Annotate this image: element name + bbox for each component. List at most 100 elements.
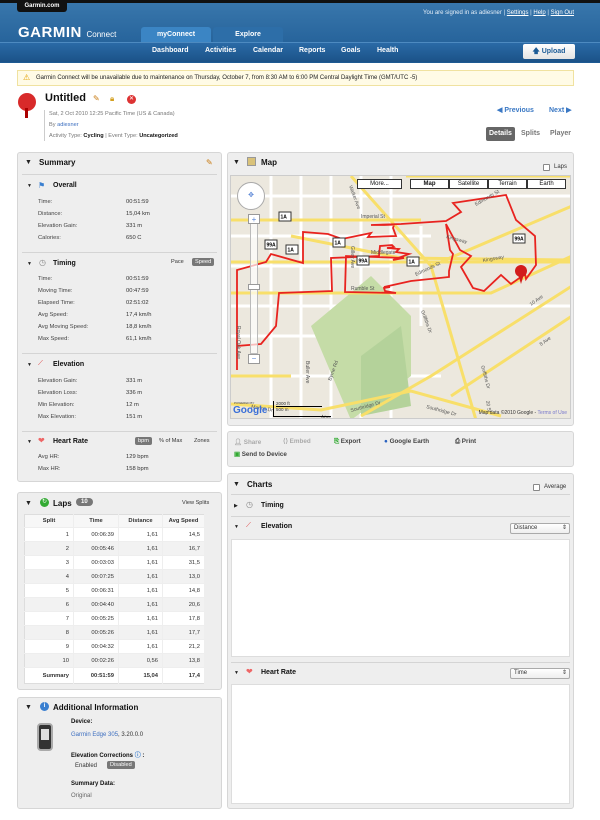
pace-toggle[interactable]: Pace <box>171 259 184 265</box>
account-links: You are signed in as adiesner | Settings… <box>423 10 574 16</box>
route-map[interactable]: Imperial St Middlegate Kingsway Kingsway Rum… <box>230 175 571 419</box>
lap-cell: 16,7 <box>162 541 205 556</box>
lap-row[interactable]: 9 00:04:32 1,61 21,2 <box>24 639 205 654</box>
heart-rate-chart-title: Heart Rate <box>261 669 297 676</box>
tab-myconnect[interactable]: myConnect <box>141 27 211 43</box>
stat-value: 02:51:02 <box>126 300 149 306</box>
percent-max-toggle[interactable]: % of Max <box>159 438 182 444</box>
hr-axis-select[interactable]: Time ⇕ <box>510 668 570 679</box>
embed-icon: ⟨⟩ <box>283 438 288 445</box>
col-time[interactable]: Time <box>73 514 119 528</box>
col-split[interactable]: Split <box>24 514 74 528</box>
tab-explore[interactable]: Explore <box>213 27 283 43</box>
delete-icon[interactable]: ✕ <box>127 95 136 104</box>
collapse-hr-chart-icon[interactable]: ▼ <box>234 670 239 676</box>
collapse-overall-icon[interactable]: ▼ <box>27 183 32 189</box>
collapse-map-icon[interactable]: ▼ <box>233 159 240 166</box>
collapse-elevation-chart-icon[interactable]: ▼ <box>234 524 239 530</box>
lap-row[interactable]: 2 00:05:46 1,61 16,7 <box>24 541 205 556</box>
map-more-button[interactable]: More... <box>357 179 402 189</box>
lap-row[interactable]: 7 00:05:25 1,61 17,8 <box>24 611 205 626</box>
view-splits[interactable]: Splits <box>518 127 543 141</box>
export-button[interactable]: ⎘ Export <box>334 438 361 446</box>
bpm-toggle[interactable]: bpm <box>135 437 152 445</box>
map-type-map[interactable]: Map <box>410 179 449 189</box>
zoom-handle[interactable] <box>248 284 260 290</box>
lap-row[interactable]: 3 00:03:03 1,61 31,5 <box>24 555 205 570</box>
google-earth-button[interactable]: ● Google Earth <box>384 438 429 445</box>
col-avg-speed[interactable]: Avg Speed <box>162 514 205 528</box>
collapse-charts-icon[interactable]: ▼ <box>233 481 240 488</box>
terms-link[interactable]: Terms of Use <box>538 410 567 416</box>
garmin-connect-logo[interactable]: GARMIN Connect <box>18 24 116 41</box>
pan-control[interactable]: ✥ <box>237 182 265 210</box>
print-button[interactable]: ⎙ Print <box>455 438 476 446</box>
elevation-axis-select[interactable]: Distance ⇕ <box>510 523 570 534</box>
sign-out-link[interactable]: Sign Out <box>551 10 574 16</box>
garmin-com-link[interactable]: Garmin.com <box>17 0 67 12</box>
elev-corr-text: Elevation Corrections <box>71 753 134 759</box>
average-checkbox[interactable] <box>533 484 540 491</box>
map-scale: 2000 ft 500 m <box>273 401 331 417</box>
device-link[interactable]: Garmin Edge 305 <box>71 732 118 738</box>
lap-row[interactable]: 1 00:06:39 1,61 14,5 <box>24 527 205 542</box>
nav-reports[interactable]: Reports <box>299 47 325 54</box>
zones-toggle[interactable]: Zones <box>194 438 210 444</box>
col-distance[interactable]: Distance <box>118 514 163 528</box>
edit-summary-icon[interactable]: ✎ <box>206 158 213 167</box>
nav-calendar[interactable]: Calendar <box>253 47 283 54</box>
embed-button[interactable]: ⟨⟩ Embed <box>283 438 311 445</box>
heart-rate-chart[interactable] <box>231 684 570 804</box>
elevation-title: Elevation <box>53 361 85 368</box>
share-button[interactable]: 👤︎ Share <box>234 438 261 446</box>
lap-row[interactable]: 10 00:02:26 0,56 13,8 <box>24 653 205 668</box>
map-type-earth[interactable]: Earth <box>527 179 566 189</box>
expand-timing-icon[interactable]: ▶ <box>234 503 238 509</box>
lap-row[interactable]: 6 00:04:40 1,61 20,6 <box>24 597 205 612</box>
user-link[interactable]: adiesner <box>57 122 78 128</box>
help-link[interactable]: Help <box>533 10 545 16</box>
upload-button[interactable]: 🡅 Upload <box>523 44 575 59</box>
nav-dashboard[interactable]: Dashboard <box>152 47 189 54</box>
lock-icon[interactable]: 🔒︎ <box>110 94 114 104</box>
next-link[interactable]: Next ▶ <box>549 106 572 114</box>
help-icon[interactable]: ⓘ <box>135 753 141 759</box>
lap-row[interactable]: 8 00:05:26 1,61 17,7 <box>24 625 205 640</box>
nav-activities[interactable]: Activities <box>205 47 236 54</box>
lap-row[interactable]: 4 00:07:25 1,61 13,0 <box>24 569 205 584</box>
laps-count-badge: 10 <box>76 498 93 506</box>
street-label: Gilley Ave <box>349 246 355 268</box>
map-type-satellite[interactable]: Satellite <box>449 179 488 189</box>
nav-goals[interactable]: Goals <box>341 47 360 54</box>
street-label: Rumble St <box>351 286 375 292</box>
lap-row[interactable]: 5 00:06:31 1,61 14,8 <box>24 583 205 598</box>
zoom-out-button[interactable]: − <box>248 354 260 364</box>
map-type-terrain[interactable]: Terrain <box>488 179 527 189</box>
collapse-additional-icon[interactable]: ▼ <box>25 704 32 711</box>
share-label: Share <box>243 439 262 446</box>
collapse-heart-rate-icon[interactable]: ▼ <box>27 439 32 445</box>
stat-value: 00:47:59 <box>126 288 149 294</box>
collapse-summary-icon[interactable]: ▼ <box>25 159 32 166</box>
view-splits-link[interactable]: View Splits <box>182 500 209 506</box>
actions-panel <box>227 431 574 467</box>
lap-cell: 00:03:03 <box>73 555 119 570</box>
view-player[interactable]: Player <box>547 127 574 141</box>
elevation-chart[interactable] <box>231 539 570 657</box>
settings-link[interactable]: Settings <box>507 10 529 16</box>
disabled-option[interactable]: Disabled <box>107 761 135 769</box>
collapse-laps-icon[interactable]: ▼ <box>25 500 32 507</box>
collapse-elevation-icon[interactable]: ▼ <box>27 362 32 368</box>
collapse-timing-icon[interactable]: ▼ <box>27 261 32 267</box>
view-details[interactable]: Details <box>486 127 515 141</box>
laps-checkbox[interactable] <box>543 164 550 171</box>
send-to-device-button[interactable]: ▣ Send to Device <box>234 451 287 458</box>
nav-health[interactable]: Health <box>377 47 398 54</box>
zoom-in-button[interactable]: + <box>248 214 260 224</box>
enabled-option[interactable]: Enabled <box>75 763 97 769</box>
edit-pencil-icon[interactable]: ✎ <box>93 94 100 103</box>
alert-text: Garmin Connect will be unavailable due t… <box>36 75 418 81</box>
previous-link[interactable]: ◀ Previous <box>497 106 534 114</box>
top-bar <box>0 0 600 3</box>
speed-toggle[interactable]: Speed <box>192 258 215 266</box>
